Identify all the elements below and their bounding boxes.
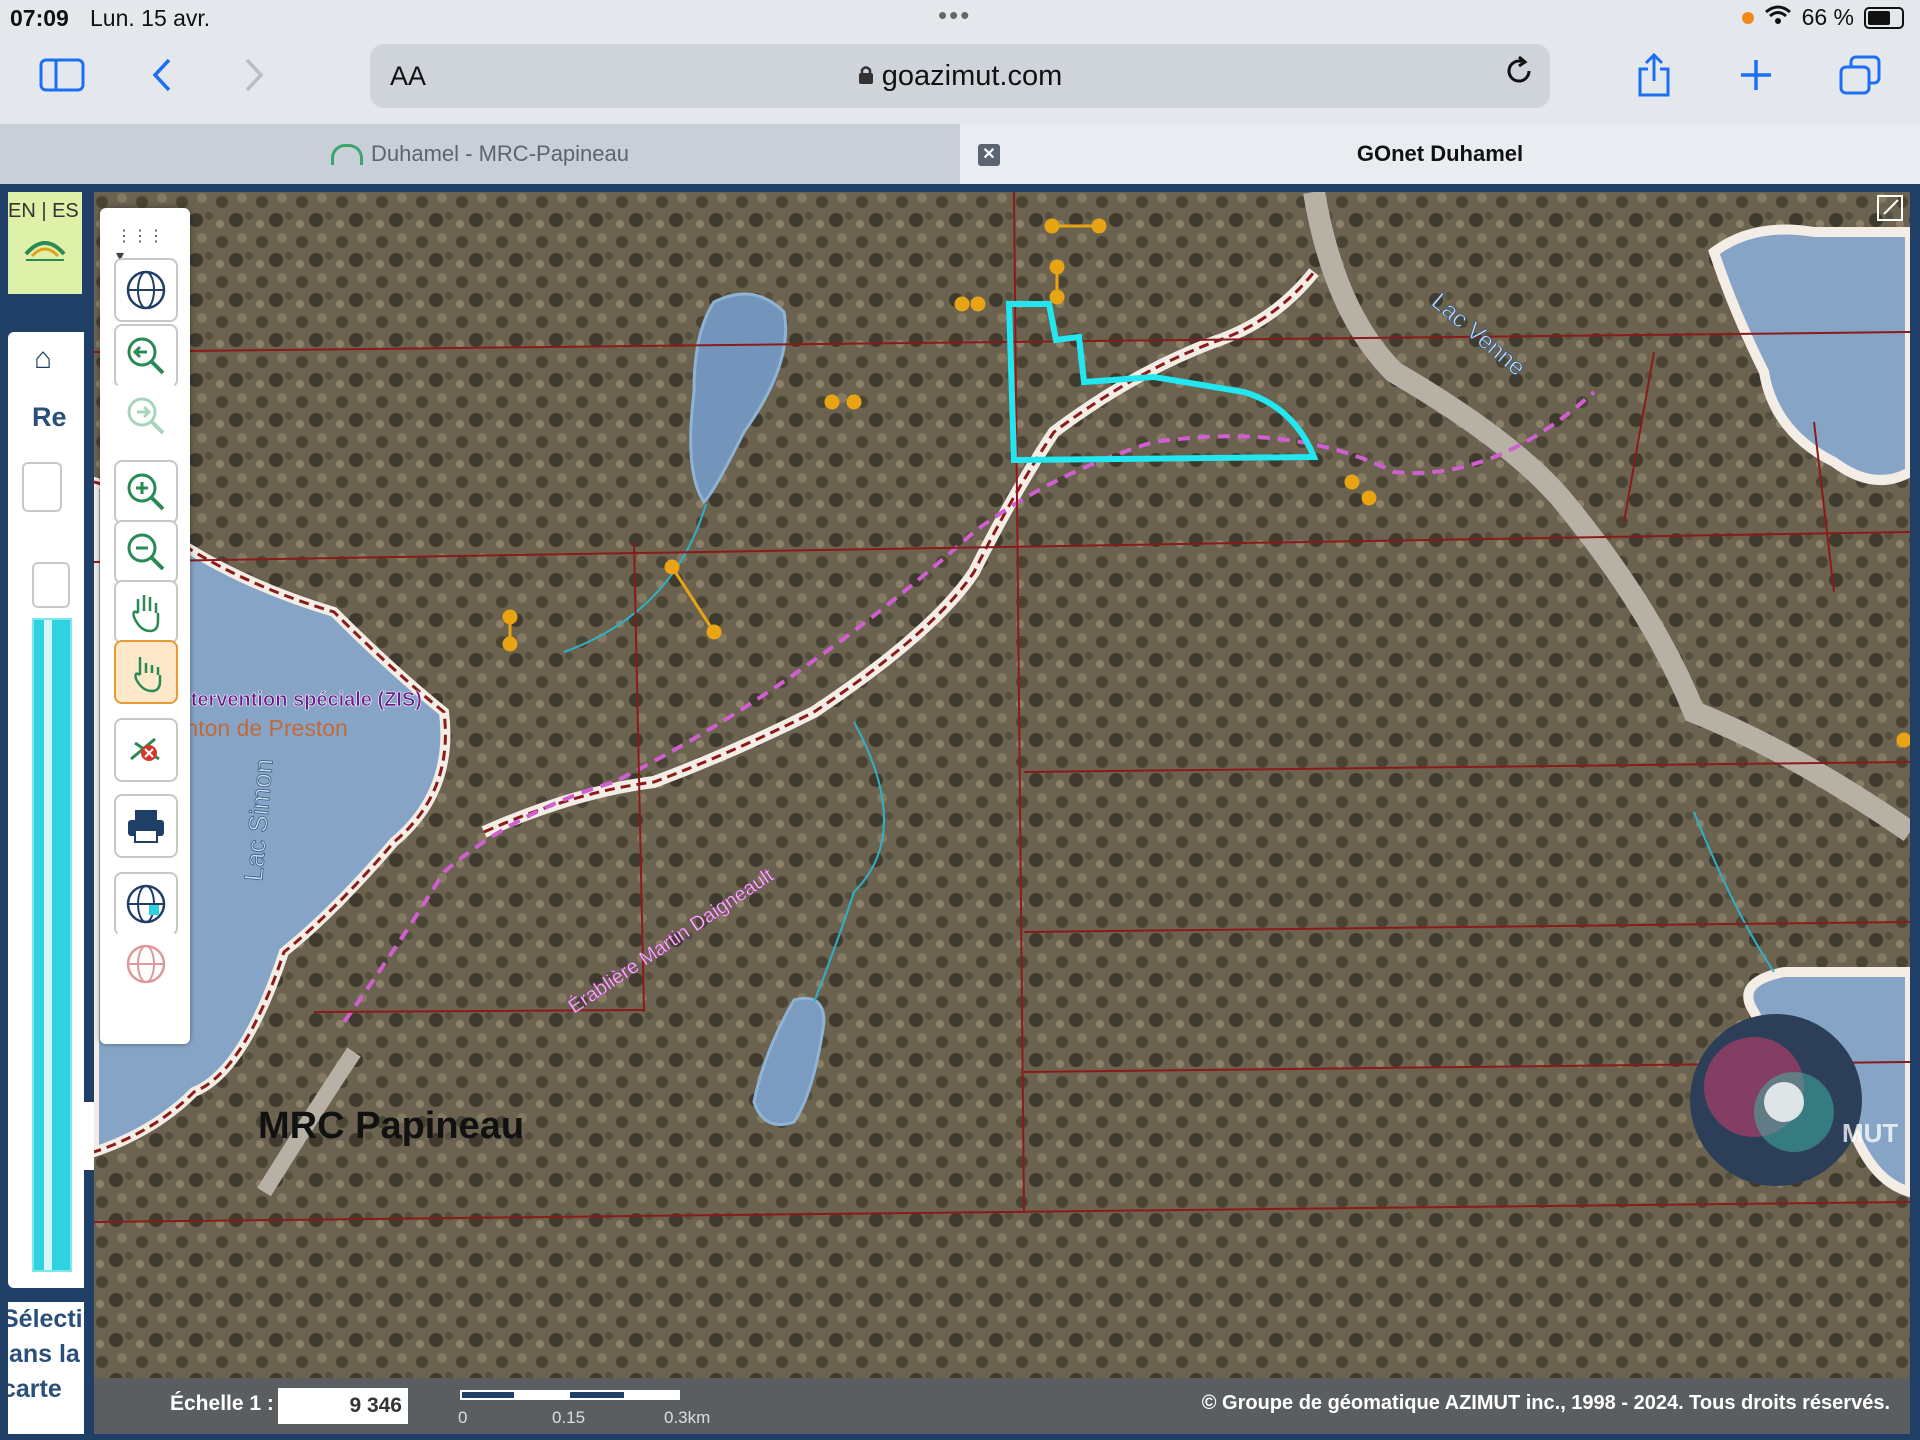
scale-tick: 0.3km bbox=[664, 1408, 711, 1427]
share-icon[interactable] bbox=[1628, 50, 1680, 100]
scale-bar bbox=[460, 1388, 680, 1409]
selection-hint-line: Sélecti bbox=[8, 1305, 83, 1333]
lock-icon bbox=[858, 60, 882, 92]
browser-toolbar: AA goazimut.com bbox=[0, 36, 1920, 124]
duhamel-logo-icon bbox=[24, 241, 66, 261]
location-icon bbox=[1741, 11, 1754, 24]
map-tool-panel: ⋮⋮⋮ ▾ bbox=[100, 208, 190, 1044]
sidebar-toggle-icon[interactable] bbox=[36, 50, 88, 100]
url-value: goazimut.com bbox=[881, 60, 1063, 92]
address-bar[interactable]: AA goazimut.com bbox=[370, 44, 1550, 108]
azimut-watermark: MUT bbox=[1842, 1118, 1898, 1148]
battery-icon bbox=[1864, 6, 1904, 29]
tabs-overview-icon[interactable] bbox=[1834, 50, 1886, 100]
reload-icon[interactable] bbox=[1504, 55, 1534, 94]
status-date: Lun. 15 avr. bbox=[90, 5, 211, 31]
globe-external-button[interactable] bbox=[114, 932, 178, 996]
close-tab-icon[interactable]: ✕ bbox=[978, 144, 1000, 166]
tool-panel-menu-icon[interactable]: ⋮⋮⋮ ▾ bbox=[116, 226, 170, 265]
tab-label: GOnet Duhamel bbox=[1356, 141, 1524, 166]
multitasking-dots-icon[interactable]: ••• bbox=[938, 0, 971, 31]
zoom-previous-button[interactable] bbox=[114, 324, 178, 388]
globe-locate-button[interactable] bbox=[114, 872, 178, 936]
clear-selection-button[interactable] bbox=[114, 718, 178, 782]
mrc-label: MRC Papineau bbox=[258, 1105, 524, 1147]
scale-input[interactable]: 9 346 bbox=[278, 1388, 408, 1424]
print-button[interactable] bbox=[114, 794, 178, 858]
map-view[interactable]: Lac Venne Lac Simon d'intervention spéci… bbox=[94, 192, 1910, 1378]
new-tab-icon[interactable] bbox=[1730, 50, 1782, 100]
pan-hand-button[interactable] bbox=[114, 580, 178, 644]
selection-hint: Sélecti lans la carte bbox=[8, 1302, 84, 1434]
zoom-next-button[interactable] bbox=[114, 384, 178, 448]
municipality-logo[interactable]: EN | ES bbox=[8, 192, 82, 294]
selection-hint-line: carte bbox=[8, 1375, 62, 1403]
url-text: goazimut.com bbox=[370, 60, 1550, 93]
copyright-text: © Groupe de géomatique AZIMUT inc., 1998… bbox=[1201, 1392, 1890, 1414]
tab-duhamel-mrc[interactable]: Duhamel - MRC-Papineau bbox=[0, 124, 960, 184]
site-favicon-icon bbox=[331, 143, 363, 165]
globe-view-button[interactable] bbox=[114, 258, 178, 322]
status-time: 07:09 bbox=[10, 5, 69, 31]
zis-label: d'intervention spéciale (ZIS) bbox=[156, 689, 422, 711]
map-footer: Échelle 1 : 9 346 0 0.15 0.3km © Groupe … bbox=[94, 1378, 1910, 1434]
home-icon[interactable]: ⌂ bbox=[34, 342, 52, 376]
zoom-out-button[interactable] bbox=[114, 520, 178, 584]
language-switch[interactable]: EN | ES bbox=[8, 200, 79, 223]
tab-gonet-duhamel[interactable]: ✕ GOnet Duhamel bbox=[960, 124, 1920, 184]
layers-panel: ⌂ Re bbox=[8, 332, 84, 1288]
tab-bar: Duhamel - MRC-Papineau ✕ GOnet Duhamel bbox=[0, 124, 1920, 184]
left-panel: EN | ES ⌂ Re Sélecti lans la carte bbox=[8, 192, 84, 1434]
tab-label: Duhamel - MRC-Papineau bbox=[371, 141, 629, 166]
panel-title-truncated: Re bbox=[32, 402, 67, 432]
panel-checkbox[interactable] bbox=[22, 462, 62, 512]
wifi-icon bbox=[1764, 4, 1792, 31]
forward-button[interactable] bbox=[228, 50, 280, 100]
battery-percent: 66 % bbox=[1801, 4, 1854, 30]
edit-icon[interactable] bbox=[32, 562, 70, 608]
scale-tick: 0 bbox=[458, 1408, 468, 1427]
select-hand-button[interactable] bbox=[114, 640, 178, 704]
opacity-slider[interactable] bbox=[32, 618, 72, 1272]
scale-label: Échelle 1 : bbox=[170, 1392, 274, 1415]
scale-tick: 0.15 bbox=[552, 1408, 586, 1427]
zoom-in-button[interactable] bbox=[114, 460, 178, 524]
back-button[interactable] bbox=[136, 50, 188, 100]
web-page: EN | ES ⌂ Re Sélecti lans la carte ↔ bbox=[0, 184, 1920, 1440]
status-bar: 07:09 Lun. 15 avr. ••• 66 % bbox=[0, 0, 1920, 36]
selection-hint-line: lans la bbox=[8, 1340, 80, 1368]
